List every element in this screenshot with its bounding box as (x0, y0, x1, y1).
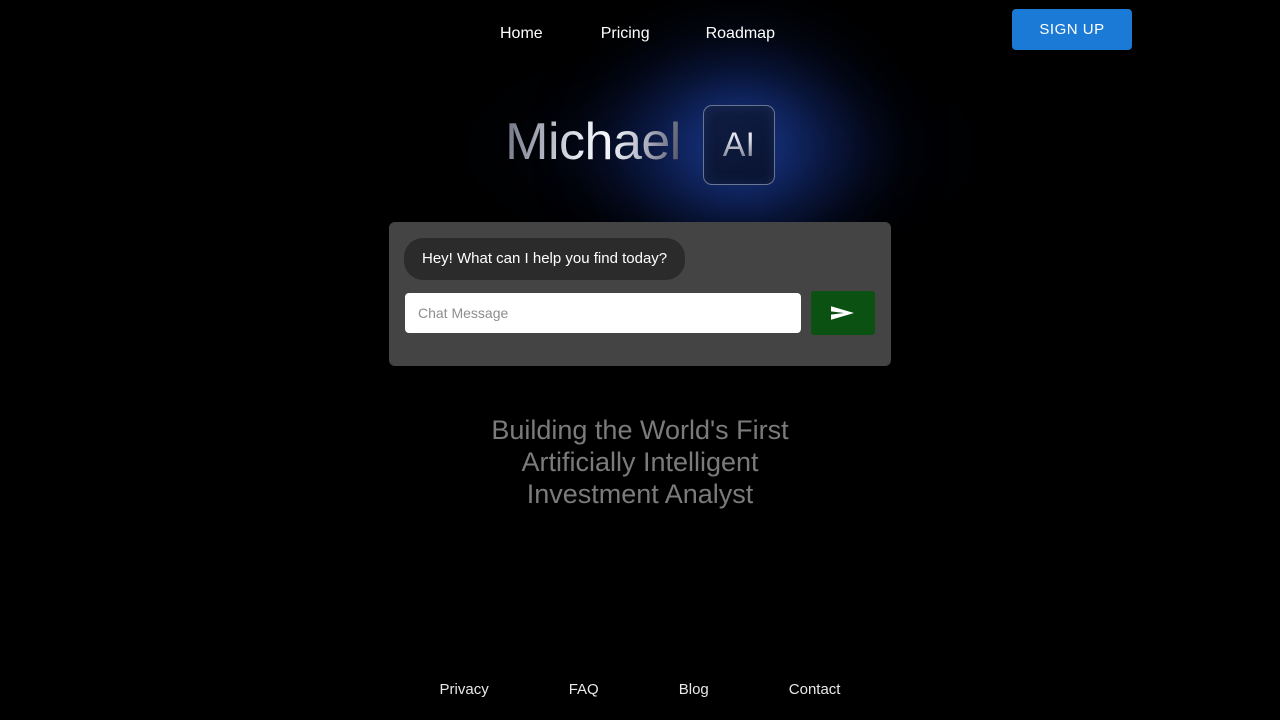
nav-link-pricing[interactable]: Pricing (573, 22, 678, 46)
footer-link-privacy[interactable]: Privacy (400, 681, 529, 698)
brand-logo: Michael AI (0, 104, 1280, 186)
top-navigation-bar: Home Pricing Roadmap LOG IN SIGN UP (0, 0, 1280, 70)
brand-logo-ai-text: AI (722, 126, 755, 164)
hero-headline-line-1: Building the World's First (491, 415, 789, 445)
nav-link-roadmap[interactable]: Roadmap (678, 22, 803, 46)
chat-send-button[interactable] (811, 291, 875, 335)
brand-logo-word: Michael (505, 116, 681, 174)
chat-input-row (405, 291, 875, 335)
auth-actions-group: LOG IN SIGN UP (1012, 9, 1132, 50)
footer-link-faq[interactable]: FAQ (529, 681, 639, 698)
send-arrow-icon (829, 303, 857, 323)
hero-headline-line-2: Artificially Intelligent (521, 447, 759, 477)
landing-page: Home Pricing Roadmap LOG IN SIGN UP Mich… (0, 0, 1280, 720)
hero-headline-line-3: Investment Analyst (526, 479, 754, 509)
signup-button[interactable]: SIGN UP (1012, 9, 1132, 50)
footer-link-contact[interactable]: Contact (749, 681, 881, 698)
nav-links-group: Home Pricing Roadmap (470, 22, 803, 46)
footer-link-blog[interactable]: Blog (639, 681, 749, 698)
footer-links: Privacy FAQ Blog Contact (0, 681, 1280, 698)
nav-link-home[interactable]: Home (470, 22, 573, 46)
chat-message-input[interactable] (405, 293, 801, 333)
hero-headline: Building the World's First Artificially … (0, 414, 1280, 510)
brand-logo-ai-badge: AI (702, 105, 775, 185)
chat-panel: Hey! What can I help you find today? (389, 222, 891, 366)
chat-bot-message-bubble: Hey! What can I help you find today? (404, 238, 686, 280)
